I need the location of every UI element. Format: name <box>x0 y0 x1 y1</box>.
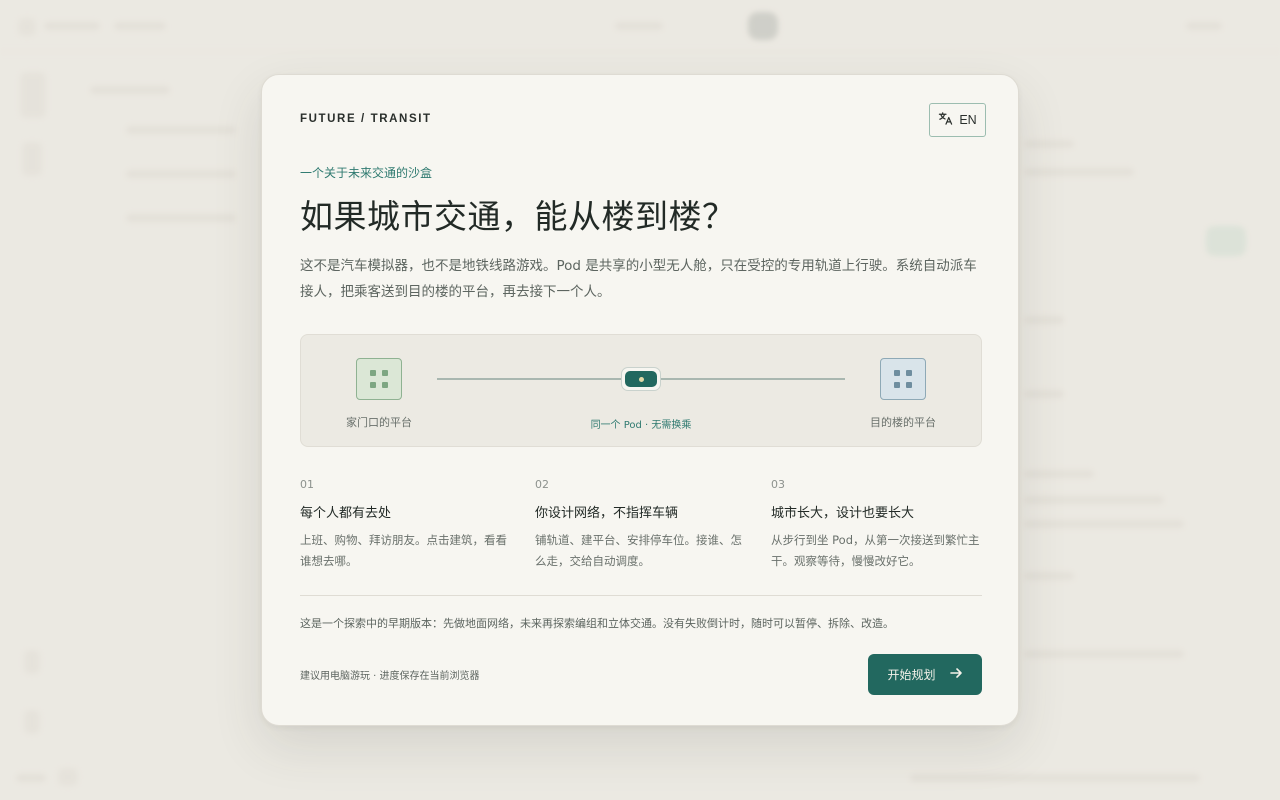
arrow-right-icon <box>949 666 963 683</box>
feature-card: 01 每个人都有去处 上班、购物、拜访朋友。点击建筑，看看谁想去哪。 <box>300 478 512 572</box>
destination-platform-label: 目的楼的平台 <box>870 416 936 429</box>
pod-caption: 同一个 Pod · 无需换乘 <box>590 420 692 431</box>
language-label: EN <box>959 113 977 127</box>
pod-icon <box>621 367 661 391</box>
feature-title: 每个人都有去处 <box>300 506 392 521</box>
brand-title: FUTURE / TRANSIT <box>300 113 432 125</box>
feature-description: 上班、购物、拜访朋友。点击建筑，看看谁想去哪。 <box>300 533 507 568</box>
intro-paragraph: 这不是汽车模拟器，也不是地铁线路游戏。Pod 是共享的小型无人舱，只在受控的专用… <box>300 258 977 300</box>
divider <box>300 595 982 596</box>
feature-title: 城市长大，设计也要长大 <box>771 506 915 521</box>
feature-card: 03 城市长大，设计也要长大 从步行到坐 Pod，从第一次接送到繁忙主干。观察等… <box>771 478 983 572</box>
feature-description: 从步行到坐 Pod，从第一次接送到繁忙主干。观察等待，慢慢改好它。 <box>771 533 980 568</box>
start-button-label: 开始规划 <box>887 668 936 682</box>
feature-card: 02 你设计网络，不指挥车辆 铺轨道、建平台、安排停车位。接谁、怎么走，交给自动… <box>535 478 747 572</box>
feature-title: 你设计网络，不指挥车辆 <box>535 506 679 521</box>
feature-description: 铺轨道、建平台、安排停车位。接谁、怎么走，交给自动调度。 <box>535 533 742 568</box>
start-planning-button[interactable]: 开始规划 <box>868 654 982 695</box>
device-hint: 建议用电脑游玩 · 进度保存在当前浏览器 <box>300 671 480 682</box>
feature-number: 03 <box>771 478 785 491</box>
destination-platform-icon <box>880 358 926 400</box>
language-toggle-button[interactable]: EN <box>929 103 986 137</box>
origin-platform-icon <box>356 358 402 400</box>
page-title: 如果城市交通，能从楼到楼？ <box>300 197 736 236</box>
origin-platform-label: 家门口的平台 <box>346 416 412 429</box>
eyebrow-text: 一个关于未来交通的沙盒 <box>300 166 433 180</box>
feature-number: 01 <box>300 478 314 491</box>
intro-dialog: FUTURE / TRANSIT EN 一个关于未来交通的沙盒 如果城市交通，能… <box>261 74 1019 726</box>
early-version-note: 这是一个探索中的早期版本：先做地面网络，未来再探索编组和立体交通。没有失败倒计时… <box>300 617 894 630</box>
feature-number: 02 <box>535 478 549 491</box>
translate-icon <box>938 111 953 129</box>
journey-illustration: 家门口的平台 同一个 Pod · 无需换乘 目的楼的平台 <box>300 334 982 447</box>
